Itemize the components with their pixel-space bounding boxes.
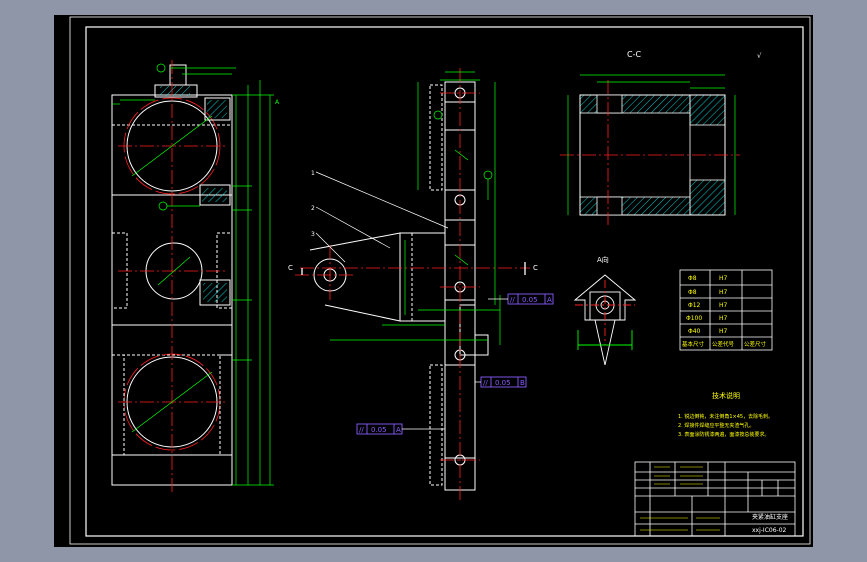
- spec-row-1-code: H7: [719, 275, 728, 282]
- cad-viewer[interactable]: A 1 2 3 C C // 0.05 A // 0.05 B // 0.05 …: [0, 0, 867, 562]
- spec-row-3-size: Φ12: [688, 302, 701, 309]
- spec-row-4-code: H7: [719, 315, 728, 322]
- title-block-name: 夹紧油缸支座: [752, 513, 788, 521]
- spec-header-tol: 公差尺寸: [744, 340, 767, 348]
- leader-1: 1: [311, 170, 315, 177]
- tolerance-2-symbol: //: [483, 379, 488, 387]
- title-block-code: xxj-IC06-02: [752, 527, 787, 534]
- cad-drawing-canvas[interactable]: A 1 2 3 C C // 0.05 A // 0.05 B // 0.05 …: [0, 0, 867, 562]
- tech-note-3: 3. 表面涂防锈漆两遍，面漆按总装要求。: [678, 431, 769, 438]
- tech-note-1: 1. 锐边倒钝，未注倒角1×45，去除毛刺。: [678, 413, 773, 420]
- tolerance-2-datum: B: [520, 379, 525, 387]
- section-mark-left: C: [288, 264, 293, 272]
- tolerance-1-symbol: //: [510, 296, 515, 304]
- spec-row-1-size: Φ8: [688, 275, 697, 282]
- tolerance-1-datum: A: [547, 296, 552, 304]
- tolerance-3-value: 0.05: [371, 426, 387, 434]
- tolerance-2-value: 0.05: [495, 379, 511, 387]
- tolerance-3-datum: A: [396, 426, 401, 434]
- tech-notes-title: 技术说明: [712, 391, 740, 400]
- spec-row-2-code: H7: [719, 289, 728, 296]
- section-mark-right: C: [533, 264, 538, 272]
- spec-header-code: 公差代号: [712, 340, 735, 348]
- leader-3: 3: [311, 231, 315, 238]
- spec-row-5-size: Φ40: [688, 328, 701, 335]
- spec-row-2-size: Φ8: [688, 289, 697, 296]
- spec-row-3-code: H7: [719, 302, 728, 309]
- view-a-title: A向: [597, 255, 609, 264]
- leader-2: 2: [311, 205, 315, 212]
- roughness-note: √: [757, 52, 762, 60]
- spec-row-5-code: H7: [719, 328, 728, 335]
- tech-note-2: 2. 焊接件焊缝应平整无夹渣气孔。: [678, 422, 754, 429]
- tolerance-3-symbol: //: [359, 426, 364, 434]
- spec-header-size: 基本尺寸: [682, 340, 705, 348]
- tolerance-1-value: 0.05: [522, 296, 538, 304]
- section-title: C-C: [627, 50, 641, 59]
- spec-row-4-size: Φ100: [686, 315, 702, 322]
